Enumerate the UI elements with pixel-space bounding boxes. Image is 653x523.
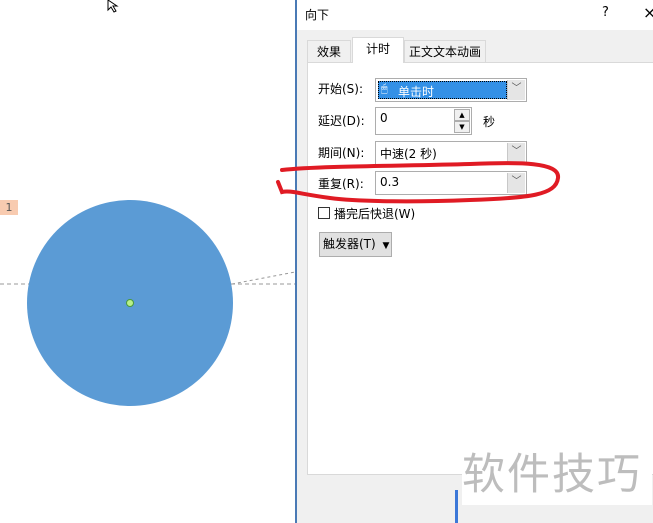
- red-circle-annotation: [276, 161, 560, 204]
- tab-timing[interactable]: 计时: [352, 37, 404, 63]
- watermark: 软件技巧: [462, 445, 652, 505]
